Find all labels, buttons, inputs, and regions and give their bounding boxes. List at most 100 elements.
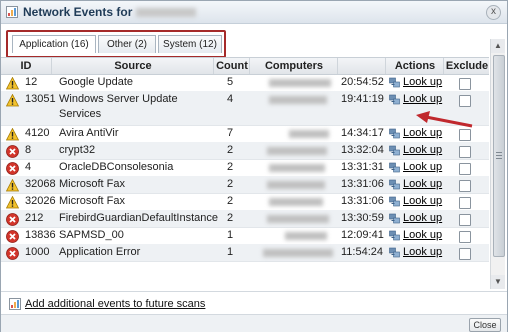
event-id: 4 [25,161,32,173]
redacted-network-name [136,8,197,18]
event-id: 32026 [25,195,56,207]
exclude-checkbox[interactable] [459,197,471,209]
vertical-scrollbar[interactable]: ▲ ▼ [490,39,505,289]
lookup-icon[interactable] [389,247,401,259]
table-row[interactable]: 13836 SAPMSD_00 1 12:09:41 Look up [1,227,489,245]
exclude-checkbox[interactable] [459,146,471,158]
lookup-icon[interactable] [389,213,401,225]
table-row[interactable]: 32068 Microsoft Fax 2 13:31:06 Look up [1,176,489,194]
event-source: Windows Server Update [59,93,178,105]
close-icon[interactable]: x [486,5,501,20]
event-count: 1 [227,246,234,258]
warning-icon [6,94,19,107]
event-time: 13:31:06 [341,178,384,190]
event-source: Microsoft Fax [59,195,126,207]
event-source: Avira AntiVir [59,127,119,139]
col-exclude-header: Exclude [443,58,489,74]
table-row[interactable]: 8 crypt32 2 13:32:04 Look up [1,142,489,160]
exclude-checkbox[interactable] [459,78,471,90]
redacted-computers [267,147,327,155]
lookup-icon[interactable] [389,179,401,191]
event-id: 13051 [25,93,56,105]
network-events-dialog: Network Events for x Application (16) Ot… [0,0,508,332]
dialog-title: Network Events for [23,5,197,19]
event-count: 5 [227,76,234,88]
event-time: 12:09:41 [341,229,384,241]
error-icon [6,162,19,175]
redacted-computers [285,232,327,240]
redacted-computers [267,181,325,189]
event-id: 12 [25,76,38,88]
exclude-checkbox[interactable] [459,180,471,192]
event-count: 2 [227,178,234,190]
event-source: Microsoft Fax [59,178,126,190]
exclude-checkbox[interactable] [459,214,471,226]
exclude-checkbox[interactable] [459,95,471,107]
table-row[interactable]: 32026 Microsoft Fax 2 13:31:06 Look up [1,193,489,211]
table-row[interactable]: 212 FirebirdGuardianDefaultInstance 2 13:30… [1,210,489,228]
event-time: 20:54:52 [341,76,384,88]
lookup-link[interactable]: Look up [403,246,442,258]
lookup-link[interactable]: Look up [403,195,442,207]
lookup-link[interactable]: Look up [403,178,442,190]
exclude-checkbox[interactable] [459,231,471,243]
warning-icon [6,179,19,192]
event-time: 13:32:04 [341,144,384,156]
col-time-header[interactable] [337,58,386,74]
col-count-header[interactable]: Count [213,58,250,74]
event-id: 8 [25,144,32,156]
lookup-link[interactable]: Look up [403,161,442,173]
event-id: 212 [25,212,44,224]
close-button[interactable]: Close [469,318,501,332]
event-source: crypt32 [59,144,96,156]
red-arrow-annotation [416,111,473,128]
event-id: 13836 [25,229,56,241]
tabs-highlight-box: Application (16) Other (2) System (12) [6,30,226,58]
lookup-link[interactable]: Look up [403,212,442,224]
event-time: 14:34:17 [341,127,384,139]
lookup-icon[interactable] [389,94,401,106]
lookup-icon[interactable] [389,196,401,208]
warning-icon [6,196,19,209]
col-actions-header: Actions [385,58,444,74]
table-row[interactable]: 4 OracleDBConsolesonia 2 13:31:31 Look up [1,159,489,177]
lookup-link[interactable]: Look up [403,144,442,156]
exclude-checkbox[interactable] [459,163,471,175]
event-count: 4 [227,93,234,105]
error-icon [6,145,19,158]
scrollbar-thumb[interactable] [493,55,505,257]
redacted-computers [269,164,325,172]
tab-system[interactable]: System (12) [158,35,222,53]
lookup-icon[interactable] [389,162,401,174]
event-id: 32068 [25,178,56,190]
lookup-icon[interactable] [389,128,401,140]
tab-application[interactable]: Application (16) [12,35,96,53]
redacted-computers [289,130,329,138]
table-row[interactable]: 1000 Application Error 1 11:54:24 Look up [1,244,489,262]
table-row[interactable]: 12 Google Update 5 20:54:52 Look up [1,74,489,92]
event-count: 7 [227,127,234,139]
scroll-down-arrow-icon[interactable]: ▼ [491,275,505,289]
tab-other[interactable]: Other (2) [98,35,156,53]
event-time: 13:31:31 [341,161,384,173]
lookup-icon[interactable] [389,77,401,89]
lookup-icon[interactable] [389,145,401,157]
lookup-link[interactable]: Look up [403,229,442,241]
col-id-header[interactable]: ID [1,58,51,74]
lookup-icon[interactable] [389,230,401,242]
event-count: 2 [227,195,234,207]
col-source-header[interactable]: Source [51,58,214,74]
add-events-link[interactable]: Add additional events to future scans [25,298,205,310]
title-bar[interactable]: Network Events for x [1,1,507,24]
add-events-icon [9,298,21,310]
scroll-up-arrow-icon[interactable]: ▲ [491,39,505,53]
lookup-link[interactable]: Look up [403,93,442,105]
divider [1,291,507,292]
redacted-computers [269,198,323,206]
dialog-footer: Close [1,314,507,332]
lookup-link[interactable]: Look up [403,76,442,88]
network-events-icon [6,6,18,18]
col-computers-header[interactable]: Computers [249,58,338,74]
event-count: 2 [227,144,234,156]
exclude-checkbox[interactable] [459,248,471,260]
